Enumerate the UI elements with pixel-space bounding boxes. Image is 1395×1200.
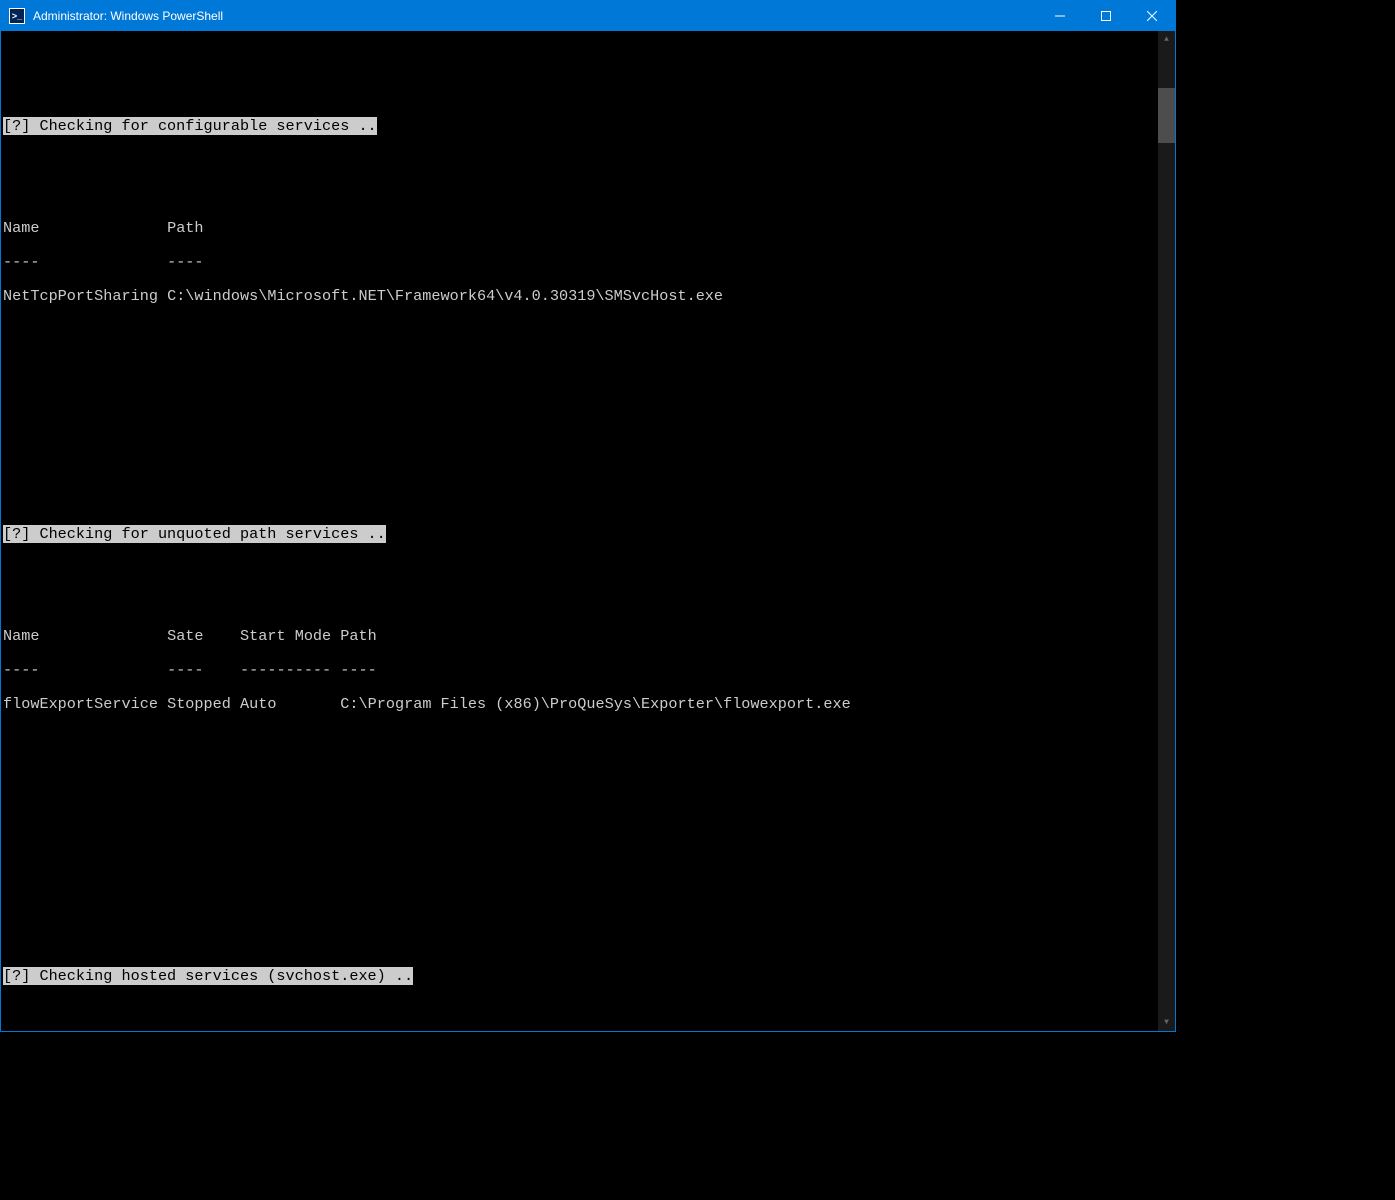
titlebar[interactable]: >_ Administrator: Windows PowerShell (1, 1, 1175, 31)
minimize-button[interactable] (1037, 1, 1083, 31)
section-header: [?] Checking for configurable services .… (3, 117, 377, 135)
table-divider: ---- ---- ---------- ---- (3, 661, 377, 679)
scroll-thumb[interactable] (1158, 88, 1175, 143)
table-row: NetTcpPortSharing C:\windows\Microsoft.N… (3, 287, 723, 305)
window-title: Administrator: Windows PowerShell (33, 9, 1037, 23)
table-row: flowExportService Stopped Auto C:\Progra… (3, 695, 851, 713)
table-header: Name Path (3, 219, 204, 237)
table-header: Name Sate Start Mode Path (3, 627, 377, 645)
close-button[interactable] (1129, 1, 1175, 31)
scroll-down-arrow[interactable]: ▼ (1158, 1014, 1175, 1031)
maximize-button[interactable] (1083, 1, 1129, 31)
content-area: [?] Checking for configurable services .… (1, 31, 1175, 1031)
vertical-scrollbar[interactable]: ▲ ▼ (1158, 31, 1175, 1031)
terminal-output[interactable]: [?] Checking for configurable services .… (1, 31, 1158, 1031)
table-divider: ---- ---- (3, 253, 204, 271)
scroll-up-arrow[interactable]: ▲ (1158, 31, 1175, 48)
window-controls (1037, 1, 1175, 31)
section-header: [?] Checking for unquoted path services … (3, 525, 386, 543)
powershell-icon: >_ (9, 8, 25, 24)
powershell-window: >_ Administrator: Windows PowerShell [?]… (0, 0, 1176, 1032)
scroll-track[interactable] (1158, 48, 1175, 1014)
section-header: [?] Checking hosted services (svchost.ex… (3, 967, 413, 985)
